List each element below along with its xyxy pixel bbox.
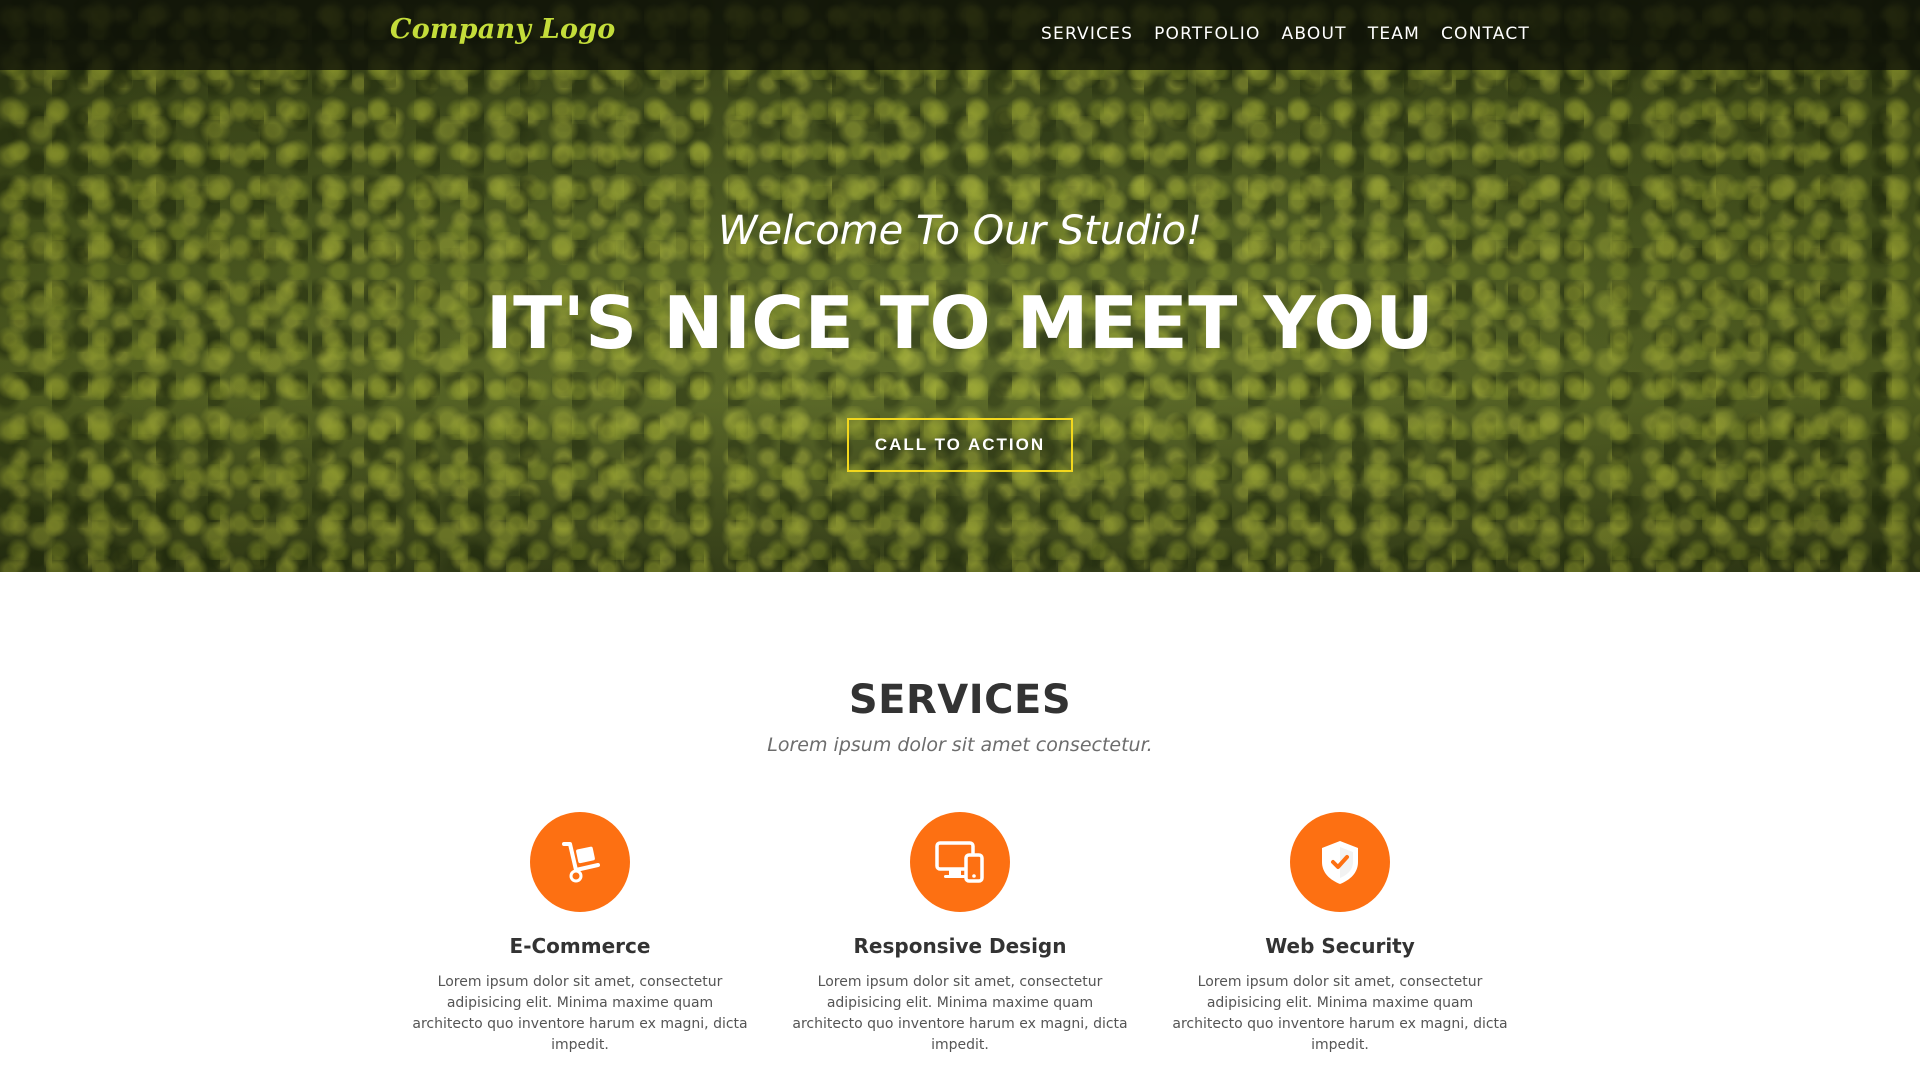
service-description: Lorem ipsum dolor sit amet, consectetur … [792, 974, 1128, 1053]
call-to-action-button[interactable]: CALL TO ACTION [847, 418, 1073, 472]
nav-link-portfolio[interactable]: PORTFOLIO [1154, 24, 1260, 44]
hand-truck-icon [530, 812, 630, 912]
service-description: Lorem ipsum dolor sit amet, consectetur … [412, 974, 748, 1053]
services-grid: E-Commerce Lorem ipsum dolor sit amet, c… [390, 812, 1530, 1056]
nav-link-contact[interactable]: CONTACT [1441, 24, 1530, 44]
service-card-ecommerce: E-Commerce Lorem ipsum dolor sit amet, c… [390, 812, 770, 1056]
company-logo[interactable]: Company Logo [390, 14, 615, 45]
hero-content: Welcome To Our Studio! IT'S NICE TO MEET… [0, 200, 1920, 472]
service-name: Web Security [1265, 934, 1415, 958]
devices-icon [910, 812, 1010, 912]
hero-title: IT'S NICE TO MEET YOU [485, 281, 1435, 365]
service-card-web-security: Web Security Lorem ipsum dolor sit amet,… [1150, 812, 1530, 1056]
shield-check-icon [1290, 812, 1390, 912]
navbar: Company Logo SERVICES PORTFOLIO ABOUT TE… [0, 0, 1920, 70]
nav-links: SERVICES PORTFOLIO ABOUT TEAM CONTACT [1041, 24, 1530, 44]
nav-link-services[interactable]: SERVICES [1041, 24, 1133, 44]
hero-section: Company Logo SERVICES PORTFOLIO ABOUT TE… [0, 0, 1920, 572]
service-card-responsive-design: Responsive Design Lorem ipsum dolor sit … [770, 812, 1150, 1056]
services-subtitle: Lorem ipsum dolor sit amet consectetur. [767, 734, 1153, 756]
service-name: Responsive Design [853, 934, 1067, 958]
hero-subtitle: Welcome To Our Studio! [717, 208, 1203, 254]
nav-link-about[interactable]: ABOUT [1282, 24, 1347, 44]
service-name: E-Commerce [509, 934, 651, 958]
service-description: Lorem ipsum dolor sit amet, consectetur … [1172, 974, 1508, 1053]
nav-link-team[interactable]: TEAM [1368, 24, 1420, 44]
services-title: SERVICES [848, 677, 1072, 723]
services-section: SERVICES Lorem ipsum dolor sit amet cons… [0, 572, 1920, 1080]
